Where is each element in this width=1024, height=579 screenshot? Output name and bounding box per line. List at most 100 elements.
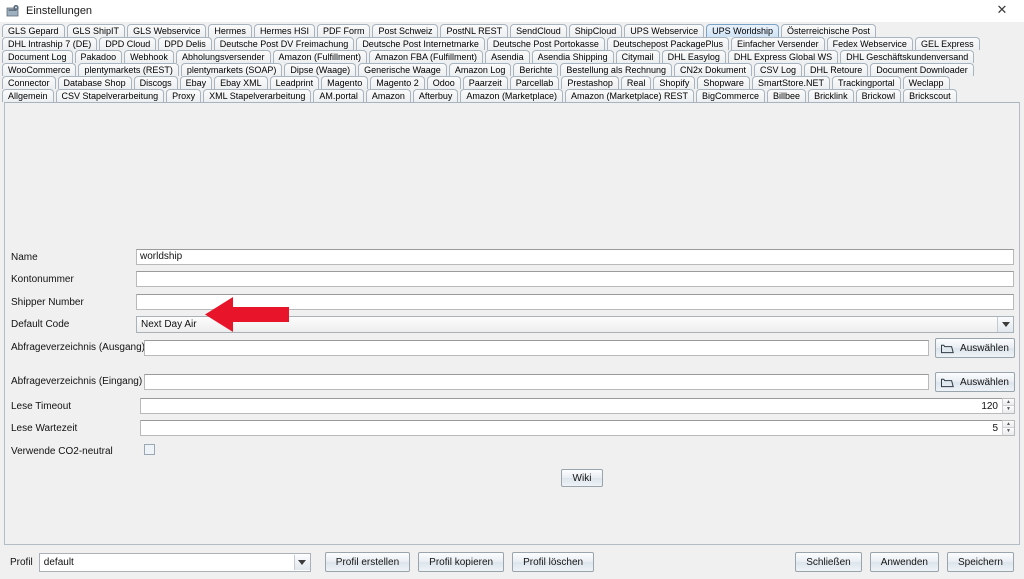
tab-allgemein[interactable]: Allgemein	[2, 89, 54, 102]
lese-timeout-spin-buttons[interactable]: ▲ ▼	[1002, 398, 1015, 414]
copy-profile-button[interactable]: Profil kopieren	[418, 552, 505, 572]
kontonummer-input[interactable]	[136, 271, 1014, 287]
verwende-co2-neutral-checkbox[interactable]	[144, 444, 155, 455]
tab-ups-worldship[interactable]: UPS Worldship	[706, 24, 779, 37]
apply-button[interactable]: Anwenden	[869, 552, 939, 572]
tab-berichte[interactable]: Berichte	[513, 63, 559, 76]
shipper-number-input[interactable]	[136, 294, 1014, 310]
tab-dipse-waage[interactable]: Dipse (Waage)	[284, 63, 357, 76]
tab-odoo[interactable]: Odoo	[426, 76, 461, 89]
wiki-button[interactable]: Wiki	[561, 469, 603, 487]
lese-wartezeit-value[interactable]: 5	[140, 420, 1002, 436]
chevron-down-icon[interactable]	[997, 317, 1013, 332]
tab-amazon[interactable]: Amazon	[365, 89, 411, 102]
tab-prestashop[interactable]: Prestashop	[561, 76, 619, 89]
tab-brickowl[interactable]: Brickowl	[855, 89, 902, 102]
tab-plentymarkets-soap[interactable]: plentymarkets (SOAP)	[180, 63, 283, 76]
tab-gls-gepard[interactable]: GLS Gepard	[2, 24, 65, 37]
tab-sendcloud[interactable]: SendCloud	[510, 24, 567, 37]
tab-dhl-express-global-ws[interactable]: DHL Express Global WS	[727, 50, 839, 63]
lese-wartezeit-stepper[interactable]: 5 ▲ ▼	[140, 420, 1015, 436]
tab-document-log[interactable]: Document Log	[2, 50, 73, 63]
tab-gel-express[interactable]: GEL Express	[914, 37, 980, 50]
tab-amazon-fba-fulfillment[interactable]: Amazon FBA (Fulfillment)	[369, 50, 484, 63]
tab-database-shop[interactable]: Database Shop	[57, 76, 132, 89]
tab-amazon-marketplace-rest[interactable]: Amazon (Marketplace) REST	[564, 89, 695, 102]
create-profile-button[interactable]: Profil erstellen	[324, 552, 411, 572]
lese-timeout-stepper[interactable]: 120 ▲ ▼	[140, 398, 1015, 414]
tab-generische-waage[interactable]: Generische Waage	[358, 63, 447, 76]
tab-gls-shipit[interactable]: GLS ShipIT	[66, 24, 126, 37]
tab-amazon-fulfillment[interactable]: Amazon (Fulfillment)	[272, 50, 368, 63]
default-code-select[interactable]: Next Day Air	[136, 316, 1014, 333]
tab-ups-webservice[interactable]: UPS Webservice	[624, 24, 705, 37]
tab-deutsche-post-portokasse[interactable]: Deutsche Post Portokasse	[486, 37, 605, 50]
profile-select[interactable]: default	[38, 552, 311, 572]
tab-dhl-intraship-7-de[interactable]: DHL Intraship 7 (DE)	[2, 37, 98, 50]
tab-bigcommerce[interactable]: BigCommerce	[696, 89, 766, 102]
tab-asendia[interactable]: Asendia	[485, 50, 530, 63]
tab-pakadoo[interactable]: Pakadoo	[74, 50, 123, 63]
tab-bestellung-als-rechnung[interactable]: Bestellung als Rechnung	[560, 63, 672, 76]
tab-dhl-retoure[interactable]: DHL Retoure	[804, 63, 869, 76]
lese-wartezeit-spin-buttons[interactable]: ▲ ▼	[1002, 420, 1015, 436]
tab-ebay-xml[interactable]: Ebay XML	[214, 76, 268, 89]
tab-citymail[interactable]: Citymail	[615, 50, 660, 63]
abfrageverzeichnis-ausgang-browse-button[interactable]: Auswählen	[935, 338, 1015, 358]
tab-trackingportal[interactable]: Trackingportal	[831, 76, 901, 89]
tab-postnl-rest[interactable]: PostNL REST	[440, 24, 509, 37]
spinner-down-icon[interactable]: ▼	[1003, 406, 1014, 413]
tab-fedex-webservice[interactable]: Fedex Webservice	[826, 37, 913, 50]
tab-connector[interactable]: Connector	[2, 76, 56, 89]
close-button[interactable]: Schließen	[795, 552, 862, 572]
tab-cn2x-dokument[interactable]: CN2x Dokument	[673, 63, 753, 76]
spinner-up-icon[interactable]: ▲	[1003, 421, 1014, 428]
abfrageverzeichnis-ausgang-input[interactable]	[144, 340, 929, 356]
close-icon[interactable]: ✕	[980, 0, 1024, 22]
tab-webhook[interactable]: Webhook	[124, 50, 174, 63]
save-button[interactable]: Speichern	[946, 552, 1014, 572]
spinner-up-icon[interactable]: ▲	[1003, 399, 1014, 406]
tab-discogs[interactable]: Discogs	[133, 76, 178, 89]
lese-timeout-value[interactable]: 120	[140, 398, 1002, 414]
abfrageverzeichnis-eingang-browse-button[interactable]: Auswählen	[935, 372, 1015, 392]
tab-abholungsversender[interactable]: Abholungsversender	[175, 50, 271, 63]
tab-shopify[interactable]: Shopify	[653, 76, 696, 89]
tab-ebay[interactable]: Ebay	[179, 76, 213, 89]
tab-am-portal[interactable]: AM.portal	[313, 89, 364, 102]
tab-shopware[interactable]: Shopware	[697, 76, 750, 89]
tab-plentymarkets-rest[interactable]: plentymarkets (REST)	[78, 63, 179, 76]
tab-dhl-easylog[interactable]: DHL Easylog	[661, 50, 726, 63]
tab-dhl-gesch-ftskundenversand[interactable]: DHL Geschäftskundenversand	[840, 50, 975, 63]
delete-profile-button[interactable]: Profil löschen	[512, 552, 595, 572]
tab-brickscout[interactable]: Brickscout	[903, 89, 957, 102]
tab-magento[interactable]: Magento	[321, 76, 369, 89]
tab-hermes-hsi[interactable]: Hermes HSI	[253, 24, 315, 37]
abfrageverzeichnis-eingang-input[interactable]	[144, 374, 929, 390]
tab-sterreichische-post[interactable]: Österreichische Post	[780, 24, 876, 37]
tab-xml-stapelverarbeitung[interactable]: XML Stapelverarbeitung	[203, 89, 312, 102]
tab-document-downloader[interactable]: Document Downloader	[870, 63, 974, 76]
tab-afterbuy[interactable]: Afterbuy	[412, 89, 459, 102]
tab-einfacher-versender[interactable]: Einfacher Versender	[731, 37, 825, 50]
tab-bricklink[interactable]: Bricklink	[808, 89, 854, 102]
tab-hermes[interactable]: Hermes	[208, 24, 252, 37]
tab-billbee[interactable]: Billbee	[767, 89, 807, 102]
tab-real[interactable]: Real	[620, 76, 652, 89]
name-input[interactable]: worldship	[136, 249, 1014, 265]
tab-dpd-cloud[interactable]: DPD Cloud	[99, 37, 157, 50]
tab-deutsche-post-dv-freimachung[interactable]: Deutsche Post DV Freimachung	[213, 37, 355, 50]
tab-leadprint[interactable]: Leadprint	[269, 76, 320, 89]
tab-weclapp[interactable]: Weclapp	[902, 76, 950, 89]
chevron-down-icon[interactable]	[293, 554, 310, 570]
tab-csv-stapelverarbeitung[interactable]: CSV Stapelverarbeitung	[55, 89, 165, 102]
tab-gls-webservice[interactable]: GLS Webservice	[127, 24, 207, 37]
tab-parcellab[interactable]: Parcellab	[509, 76, 560, 89]
tab-amazon-log[interactable]: Amazon Log	[448, 63, 512, 76]
tab-dpd-delis[interactable]: DPD Delis	[158, 37, 212, 50]
tab-post-schweiz[interactable]: Post Schweiz	[372, 24, 439, 37]
tab-paarzeit[interactable]: Paarzeit	[462, 76, 508, 89]
tab-proxy[interactable]: Proxy	[166, 89, 202, 102]
spinner-down-icon[interactable]: ▼	[1003, 428, 1014, 435]
tab-woocommerce[interactable]: WooCommerce	[2, 63, 77, 76]
